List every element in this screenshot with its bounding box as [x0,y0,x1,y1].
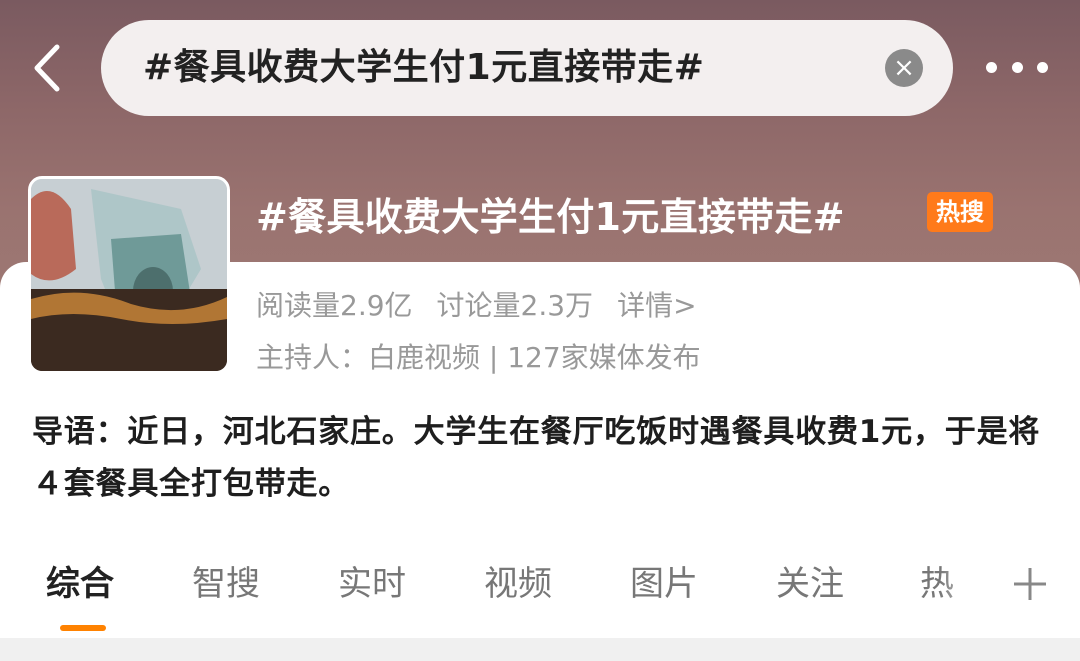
chevron-left-icon [34,44,60,92]
tab-comprehensive[interactable]: 综合 [46,556,114,605]
tab-images[interactable]: 图片 [630,556,698,605]
topic-thumbnail[interactable] [28,176,230,374]
thumbnail-image [31,179,227,371]
topic-stats: 阅读量2.9亿 讨论量2.3万 详情> [256,284,721,324]
active-tab-indicator [60,625,106,631]
topic-host[interactable]: 主持人：白鹿视频 | 127家媒体发布 [256,336,701,376]
topic-title: #餐具收费大学生付1元直接带走# [256,195,845,239]
content-divider [0,638,1080,661]
tab-following[interactable]: 关注 [776,556,844,605]
read-count: 阅读量2.9亿 [256,289,413,322]
more-dot [1037,61,1048,73]
search-query-text[interactable]: #餐具收费大学生付1元直接带走# [143,20,704,116]
more-dot [1011,61,1023,73]
plus-icon [1014,568,1046,600]
details-link[interactable]: 详情> [617,289,696,322]
hot-search-badge: 热搜 [927,192,993,232]
clear-search-button[interactable]: × [885,49,923,87]
topic-intro: 导语：近日，河北石家庄。大学生在餐厅吃饭时遇餐具收费1元，于是将４套餐具全打包带… [32,414,1041,502]
search-bar[interactable]: #餐具收费大学生付1元直接带走# × [101,20,953,116]
discussion-count: 讨论量2.3万 [436,289,594,322]
tab-smart-search[interactable]: 智搜 [192,556,260,605]
tab-bar: 综合 智搜 实时 视频 图片 关注 热 [0,556,1080,632]
more-dot [986,61,997,73]
more-options-button[interactable] [986,52,1048,82]
add-tab-button[interactable] [1008,562,1052,606]
back-button[interactable] [20,40,72,96]
tab-video[interactable]: 视频 [484,556,552,605]
tab-realtime[interactable]: 实时 [338,556,406,605]
tab-fade-overlay [940,560,990,610]
close-icon: × [893,53,915,83]
